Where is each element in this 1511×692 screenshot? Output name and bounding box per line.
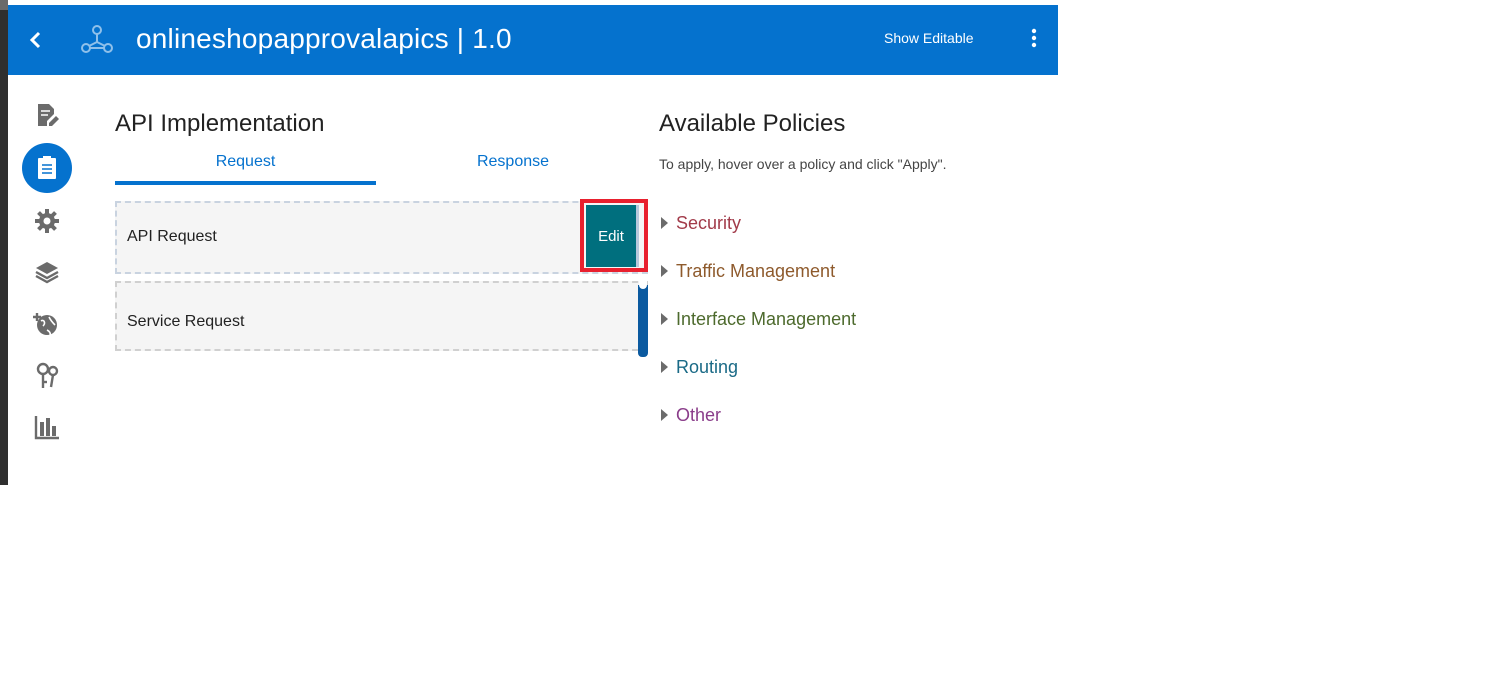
bar-chart-icon <box>34 416 59 440</box>
page-title: onlineshopapprovalapics | 1.0 <box>136 23 512 54</box>
edit-divider <box>636 205 639 267</box>
sidebar-item-grants[interactable] <box>22 351 72 401</box>
kebab-menu-icon <box>1031 28 1037 48</box>
caret-right-icon <box>661 409 668 421</box>
sidebar-nav <box>8 75 86 485</box>
document-edit-icon <box>38 104 59 126</box>
policy-group-other[interactable]: Other <box>661 403 721 427</box>
policy-group-label: Other <box>676 404 722 425</box>
clipboard-list-icon <box>38 156 56 179</box>
api-logo-icon <box>80 24 114 54</box>
tab-request[interactable]: Request <box>115 153 376 185</box>
flow-scroll-bar <box>638 285 648 357</box>
sidebar-item-deployments[interactable] <box>22 299 72 349</box>
back-button[interactable] <box>22 27 48 53</box>
gear-icon <box>35 209 59 233</box>
policy-group-interface-management[interactable]: Interface Management <box>661 307 856 331</box>
policies-hint: To apply, hover over a policy and click … <box>659 156 947 172</box>
api-request-label: API Request <box>127 228 217 245</box>
app-window: onlineshopapprovalapics | 1.0 Show Edita… <box>8 5 1058 485</box>
policy-group-label: Interface Management <box>676 308 857 329</box>
sidebar-item-settings[interactable] <box>22 196 72 246</box>
service-request-box[interactable]: Service Request <box>115 281 648 351</box>
policy-group-label: Routing <box>676 356 739 377</box>
sidebar-item-layers[interactable] <box>22 247 72 297</box>
caret-right-icon <box>661 361 668 373</box>
keys-icon <box>36 362 59 388</box>
show-editable-button[interactable]: Show Editable <box>884 30 974 46</box>
caret-right-icon <box>661 265 668 277</box>
sidebar-item-analytics[interactable] <box>22 402 72 452</box>
flow-scroll-bar-cap <box>639 277 647 289</box>
layers-icon <box>35 262 59 284</box>
chevron-left-icon <box>29 31 41 49</box>
edit-button[interactable]: Edit <box>586 205 636 267</box>
policy-group-traffic-management[interactable]: Traffic Management <box>661 259 835 283</box>
implementation-title: API Implementation <box>115 110 325 137</box>
api-request-box[interactable]: API Request <box>115 201 648 274</box>
window-edge-notch <box>0 0 8 10</box>
caret-right-icon <box>661 313 668 325</box>
tab-response[interactable]: Response <box>383 153 643 185</box>
sidebar-item-api-implementation[interactable] <box>22 143 72 193</box>
implementation-tabs: Request Response <box>115 153 650 185</box>
policy-group-routing[interactable]: Routing <box>661 355 738 379</box>
top-header: onlineshopapprovalapics | 1.0 Show Edita… <box>8 5 1058 75</box>
more-options-button[interactable] <box>1026 27 1042 51</box>
policy-group-security[interactable]: Security <box>661 211 741 235</box>
service-request-label: Service Request <box>127 313 245 330</box>
window-left-edge <box>0 0 8 485</box>
caret-right-icon <box>661 217 668 229</box>
sidebar-item-api-details[interactable] <box>22 90 72 140</box>
policy-group-label: Security <box>676 212 742 233</box>
policies-title: Available Policies <box>659 110 846 137</box>
globe-plus-icon <box>33 313 57 336</box>
policy-group-label: Traffic Management <box>676 260 836 281</box>
